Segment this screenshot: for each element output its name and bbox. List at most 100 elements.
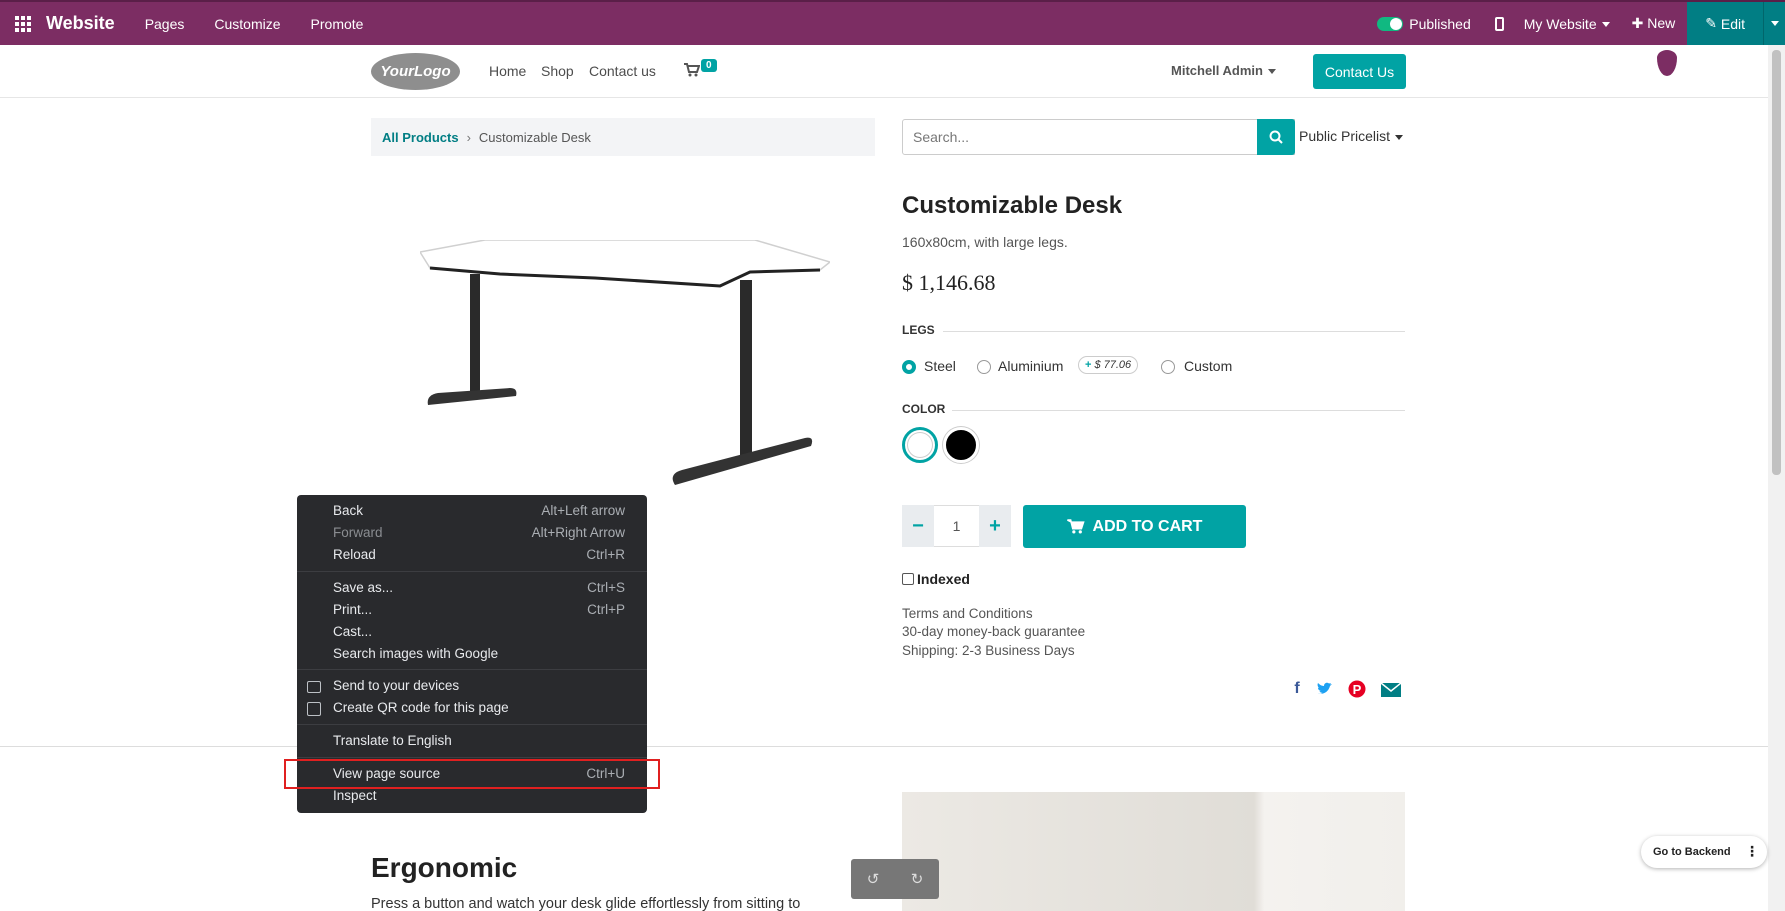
- cart-icon[interactable]: [684, 63, 700, 77]
- search-button[interactable]: [1257, 119, 1295, 155]
- pinterest-icon[interactable]: P: [1348, 680, 1366, 698]
- ctx-label: Cast...: [333, 624, 373, 639]
- pricelist-dropdown[interactable]: Public Pricelist: [1299, 128, 1404, 144]
- aluminium-extra-price-badge: + $ 77.06: [1078, 356, 1139, 374]
- pricelist-label: Public Pricelist: [1299, 128, 1391, 144]
- chevron-down-icon: [1601, 22, 1610, 28]
- published-toggle[interactable]: [1377, 16, 1404, 31]
- section-heading: Ergonomic: [371, 852, 518, 883]
- quantity-decrease-button[interactable]: −: [902, 505, 934, 547]
- search-input[interactable]: Search...: [902, 119, 1295, 155]
- new-button[interactable]: ✚ New: [1632, 15, 1676, 32]
- ctx-label: Back: [333, 503, 364, 518]
- menu-customize[interactable]: Customize: [214, 16, 280, 32]
- menu-pages[interactable]: Pages: [145, 16, 185, 32]
- search-icon: [1269, 130, 1283, 144]
- quantity-increase-button[interactable]: +: [979, 505, 1011, 547]
- divider: [943, 331, 1405, 332]
- ctx-forward[interactable]: Forward Alt+Right Arrow: [333, 525, 625, 540]
- ctx-create-qr-code[interactable]: Create QR code for this page: [333, 700, 625, 715]
- ctx-shortcut: Alt+Right Arrow: [531, 525, 625, 540]
- svg-text:P: P: [1353, 682, 1362, 697]
- legs-radio-aluminium[interactable]: [977, 360, 991, 374]
- ctx-shortcut: Alt+Left arrow: [541, 503, 625, 518]
- product-image[interactable]: [420, 240, 830, 515]
- legs-label-steel[interactable]: Steel: [924, 358, 956, 374]
- ctx-print[interactable]: Print... Ctrl+P: [333, 602, 625, 617]
- indexed-label[interactable]: Indexed: [917, 571, 970, 587]
- chevron-down-icon: [1395, 134, 1404, 140]
- add-to-cart-button[interactable]: ADD TO CART: [1023, 505, 1246, 548]
- ctx-label: Search images with Google: [333, 646, 499, 661]
- ctx-label: Save as...: [333, 580, 394, 595]
- cart-count-badge: 0: [701, 59, 717, 72]
- product-name: Customizable Desk: [902, 192, 1123, 219]
- legs-label-custom[interactable]: Custom: [1184, 358, 1232, 374]
- facebook-icon[interactable]: f: [1288, 680, 1306, 698]
- plus-icon: +: [1085, 359, 1092, 371]
- more-options-icon[interactable]: ⋮: [1745, 843, 1759, 860]
- theme-drop-icon[interactable]: [1657, 50, 1677, 76]
- ctx-send-to-devices[interactable]: Send to your devices: [333, 678, 625, 693]
- new-label: New: [1647, 15, 1676, 31]
- ctx-search-images-google[interactable]: Search images with Google: [333, 646, 625, 661]
- ctx-separator: [297, 571, 647, 572]
- legs-radio-custom[interactable]: [1161, 360, 1175, 374]
- cart-icon: [1066, 519, 1085, 534]
- user-menu[interactable]: Mitchell Admin: [1171, 63, 1276, 78]
- twitter-icon[interactable]: [1316, 680, 1334, 698]
- ctx-label: Reload: [333, 547, 376, 562]
- color-swatch-white[interactable]: [902, 427, 938, 463]
- site-selector-label: My Website: [1523, 15, 1597, 32]
- go-to-backend-label: Go to Backend: [1653, 846, 1731, 858]
- aluminium-extra-price: $ 77.06: [1094, 359, 1132, 371]
- menu-promote[interactable]: Promote: [311, 16, 364, 32]
- email-icon[interactable]: [1380, 680, 1402, 698]
- section-image: [902, 792, 1405, 911]
- ctx-cast[interactable]: Cast...: [333, 624, 625, 639]
- mobile-preview-icon[interactable]: [1494, 16, 1504, 31]
- color-attribute-title: COLOR: [902, 402, 946, 416]
- ctx-separator: [297, 757, 647, 758]
- ctx-back[interactable]: Back Alt+Left arrow: [333, 503, 625, 518]
- apps-menu-icon[interactable]: [0, 1, 46, 46]
- go-to-backend-button[interactable]: Go to Backend ⋮: [1641, 836, 1767, 868]
- edit-button[interactable]: ✎ Edit: [1687, 2, 1763, 45]
- nav-shop[interactable]: Shop: [541, 63, 574, 79]
- breadcrumb: All Products › Customizable Desk: [371, 118, 875, 156]
- contact-us-button[interactable]: Contact Us: [1313, 54, 1406, 89]
- terms-link[interactable]: Terms and Conditions: [902, 606, 1033, 621]
- site-logo[interactable]: YourLogo: [371, 53, 460, 90]
- chevron-right-icon: ›: [466, 129, 471, 145]
- undo-redo-toolbar: ↺ ↻: [851, 859, 939, 899]
- laptop-icon: [307, 681, 321, 693]
- ctx-inspect[interactable]: Inspect: [333, 788, 625, 803]
- app-brand[interactable]: Website: [46, 13, 115, 34]
- add-to-cart-label: ADD TO CART: [1092, 517, 1203, 535]
- chevron-down-icon: [1770, 21, 1779, 26]
- color-swatch-black[interactable]: [943, 427, 979, 463]
- ctx-label: Translate to English: [333, 733, 452, 748]
- ctx-reload[interactable]: Reload Ctrl+R: [333, 547, 625, 562]
- nav-home[interactable]: Home: [489, 63, 526, 79]
- nav-contact-us[interactable]: Contact us: [589, 63, 656, 79]
- published-label[interactable]: Published: [1409, 16, 1471, 32]
- admin-navbar: Website Pages Customize Promote Publishe…: [0, 0, 1785, 45]
- edit-dropdown-toggle[interactable]: [1763, 2, 1785, 45]
- highlight-box: [284, 759, 660, 789]
- ctx-label: Forward: [333, 525, 383, 540]
- scrollbar-thumb[interactable]: [1772, 50, 1781, 475]
- undo-icon[interactable]: ↺: [867, 870, 880, 888]
- legs-attribute-title: LEGS: [902, 323, 935, 337]
- site-selector[interactable]: My Website: [1524, 16, 1610, 32]
- ctx-translate[interactable]: Translate to English: [333, 733, 625, 748]
- edit-label: Edit: [1720, 15, 1745, 32]
- breadcrumb-all-products[interactable]: All Products: [382, 130, 459, 145]
- legs-label-aluminium[interactable]: Aluminium: [998, 358, 1063, 374]
- chevron-down-icon: [1267, 69, 1276, 75]
- legs-radio-steel[interactable]: [902, 360, 916, 374]
- ctx-save-as[interactable]: Save as... Ctrl+S: [333, 580, 625, 595]
- redo-icon[interactable]: ↻: [911, 870, 924, 888]
- indexed-checkbox[interactable]: [902, 573, 914, 585]
- quantity-input[interactable]: 1: [934, 505, 979, 547]
